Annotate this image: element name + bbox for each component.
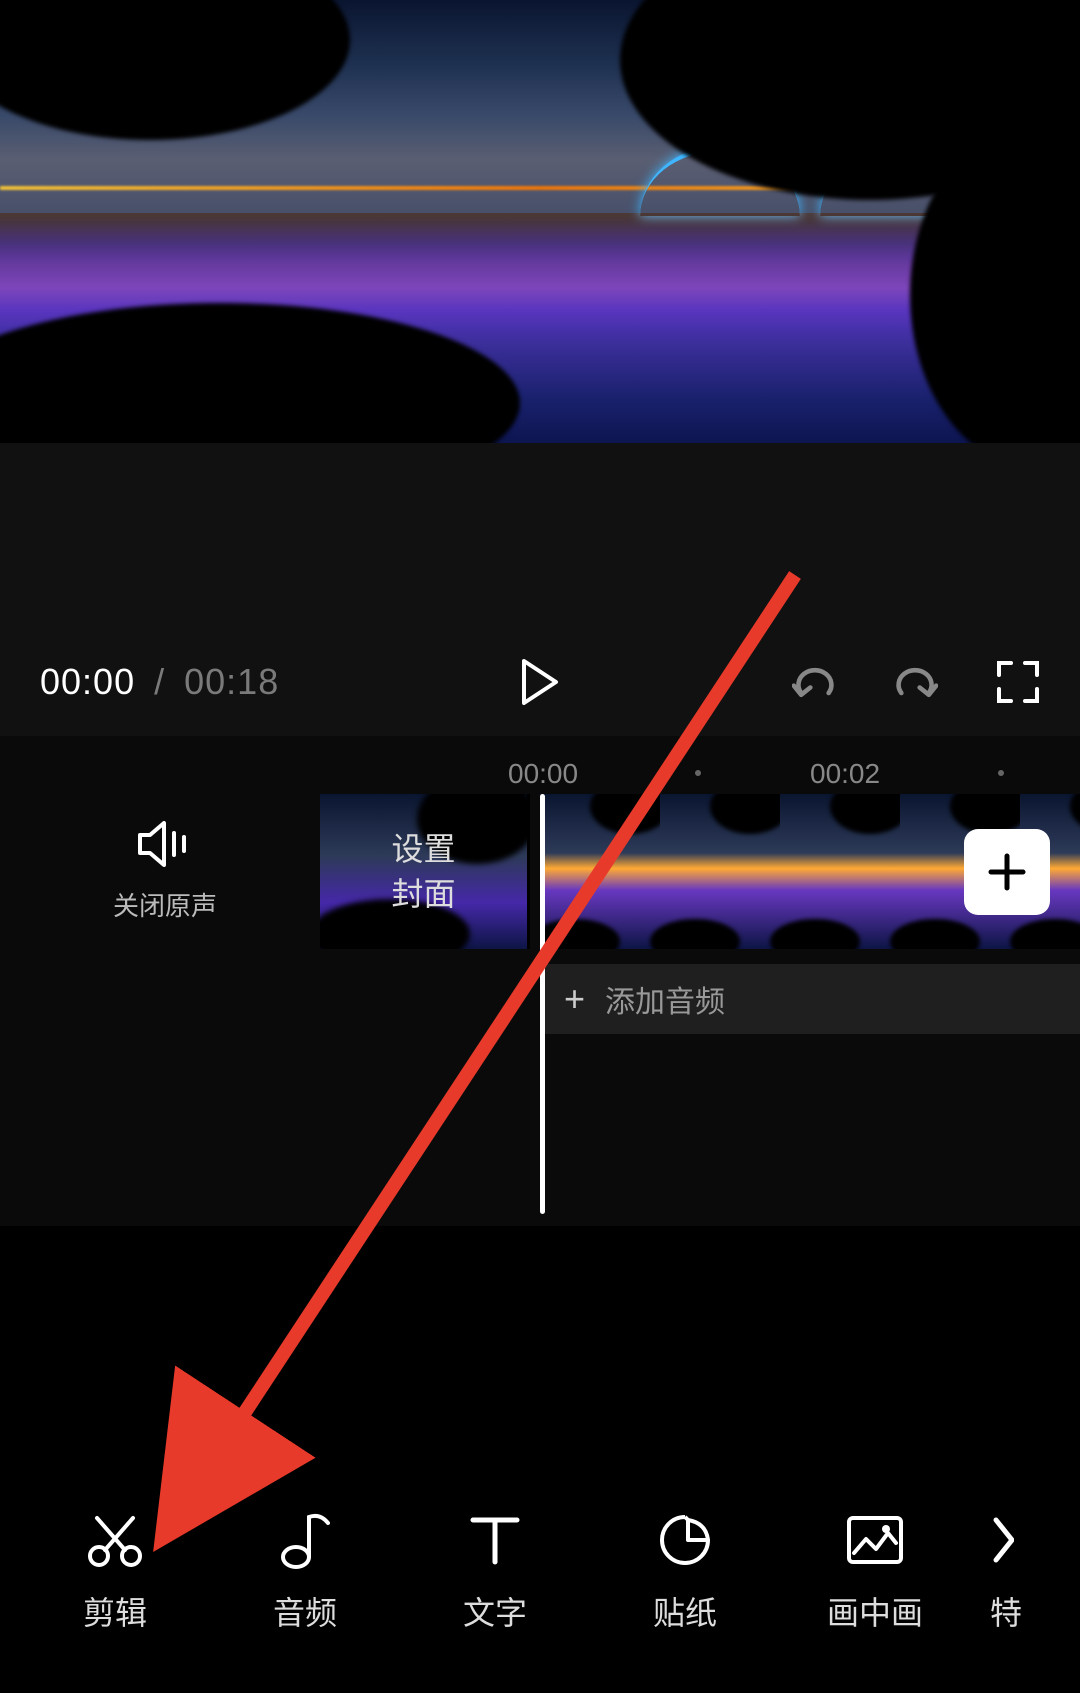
speaker-icon [138, 821, 192, 867]
mute-label: 关闭原声 [0, 886, 330, 923]
preview-spacer [0, 443, 1080, 628]
set-cover-button[interactable]: 设置 封面 [320, 794, 530, 949]
redo-button[interactable] [894, 660, 938, 704]
ruler-mark: 00:02 [810, 758, 880, 790]
add-clip-button[interactable] [964, 829, 1050, 915]
plus-icon [987, 852, 1027, 892]
timeline[interactable]: 00:00 00:02 关闭原声 设置 封面 [0, 736, 1080, 1226]
cover-label: 设置 封面 [391, 827, 455, 917]
picture-in-picture-icon [846, 1512, 904, 1568]
bottom-toolbar: 剪辑 音频 文字 贴纸 [0, 1483, 1080, 1693]
total-time: 00:18 [184, 661, 279, 702]
add-audio-label: 添加音频 [605, 977, 725, 1021]
tool-edit[interactable]: 剪辑 [40, 1512, 190, 1634]
tool-effect-partial[interactable]: 特 [990, 1512, 1040, 1634]
tool-label: 音频 [273, 1588, 337, 1634]
play-button[interactable] [518, 660, 562, 704]
fullscreen-icon [997, 661, 1039, 703]
play-icon [520, 659, 560, 705]
tool-pip[interactable]: 画中画 [800, 1512, 950, 1634]
tool-text[interactable]: 文字 [420, 1512, 570, 1634]
tool-label: 画中画 [827, 1588, 923, 1634]
mute-original-sound[interactable]: 关闭原声 [0, 821, 330, 923]
undo-icon [792, 662, 836, 702]
text-icon [469, 1512, 521, 1568]
ruler-dot [998, 770, 1004, 776]
undo-button[interactable] [792, 660, 836, 704]
playback-controls: 00:00 / 00:18 [0, 628, 1080, 736]
sticker-icon [658, 1512, 712, 1568]
music-note-icon [280, 1512, 330, 1568]
tool-label: 贴纸 [653, 1588, 717, 1634]
fullscreen-button[interactable] [996, 660, 1040, 704]
tool-label: 剪辑 [83, 1588, 147, 1634]
time-separator: / [154, 661, 165, 702]
current-time: 00:00 [40, 661, 135, 702]
tool-label: 文字 [463, 1588, 527, 1634]
ruler-dot [695, 770, 701, 776]
tool-sticker[interactable]: 贴纸 [610, 1512, 760, 1634]
tool-audio[interactable]: 音频 [230, 1512, 380, 1634]
video-preview[interactable] [0, 0, 1080, 443]
effect-icon [990, 1512, 1014, 1568]
add-audio-button[interactable]: + 添加音频 [540, 964, 1080, 1034]
redo-icon [894, 662, 938, 702]
time-display: 00:00 / 00:18 [40, 661, 279, 703]
timeline-ruler: 00:00 00:02 [0, 754, 1080, 794]
ruler-mark: 00:00 [508, 758, 578, 790]
plus-icon: + [564, 978, 585, 1020]
playhead[interactable] [540, 794, 545, 1214]
tool-label: 特 [990, 1588, 1022, 1634]
scissors-icon [87, 1512, 143, 1568]
